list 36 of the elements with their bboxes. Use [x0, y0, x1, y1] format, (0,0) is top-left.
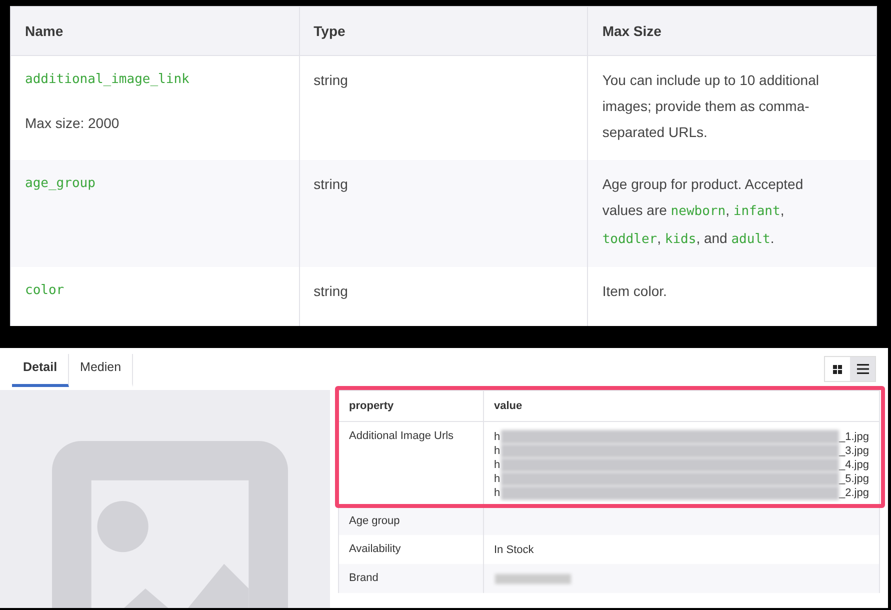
value-text: _2.jpg	[839, 487, 869, 499]
property-cell: Brand	[349, 572, 378, 584]
value-text: _3.jpg	[839, 445, 869, 457]
column-header: Name	[25, 23, 64, 39]
value-text: _5.jpg	[839, 473, 869, 485]
tab[interactable]: Medien	[69, 354, 134, 387]
field-type: string	[314, 283, 348, 299]
column-header: Max Size	[602, 23, 662, 39]
value-text: h	[494, 473, 500, 485]
field-type: string	[314, 72, 348, 88]
field-name: color	[25, 283, 66, 298]
column-header: value	[494, 400, 522, 412]
property-cell: Availability	[349, 543, 401, 555]
column-header: property	[349, 400, 394, 412]
menu-icon	[856, 364, 868, 374]
value-text: h	[494, 487, 500, 499]
property-cell: Additional Image Urls	[349, 430, 454, 442]
property-cell: Age group	[349, 515, 400, 527]
value-text: _4.jpg	[839, 459, 869, 471]
grid-icon	[833, 364, 842, 374]
field-name: age_group	[25, 176, 96, 191]
field-name: additional_image_link	[25, 72, 190, 87]
value-text: _1.jpg	[839, 431, 869, 443]
value-text: h	[494, 431, 500, 443]
field-description: Item color.	[602, 282, 668, 301]
field-type: string	[314, 176, 348, 192]
tab[interactable]: Detail	[12, 354, 70, 387]
image-placeholder-icon	[52, 441, 288, 608]
value-text: In Stock	[494, 544, 534, 556]
value-text: h	[494, 445, 500, 457]
field-note: Max size: 2000	[25, 115, 120, 131]
value-text: h	[494, 459, 500, 471]
column-header: Type	[314, 23, 346, 39]
field-description: Age group for product. Accepted values are newborn, infant, toddler, kids, and adult.	[602, 175, 804, 249]
field-description: You can include up to 10 additional images; provide them as comma-separated URLs.	[602, 71, 820, 142]
list-view-button[interactable]	[850, 357, 875, 381]
